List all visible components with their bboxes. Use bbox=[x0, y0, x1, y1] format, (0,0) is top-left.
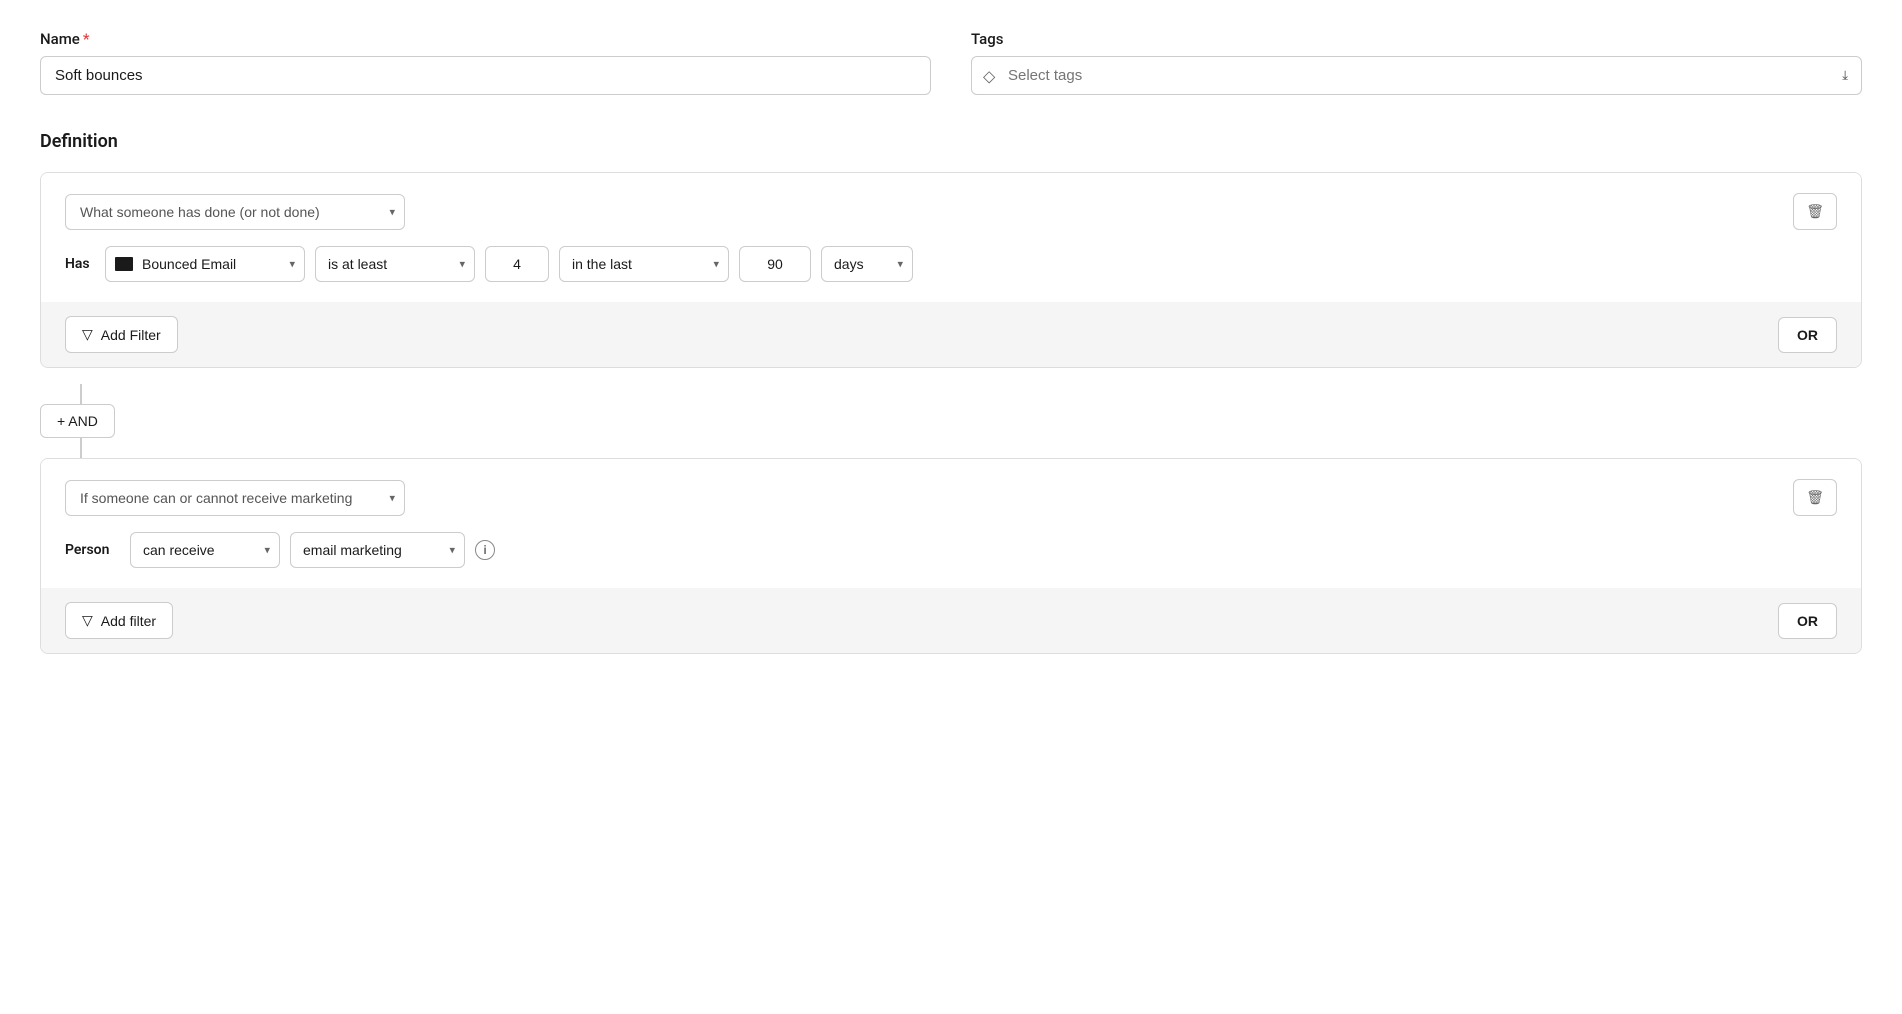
days-count-input[interactable] bbox=[739, 246, 811, 282]
condition-block-1-inner: What someone has done (or not done) Prop… bbox=[41, 173, 1861, 302]
tag-icon: ◇ bbox=[983, 66, 995, 85]
and-button[interactable]: + AND bbox=[40, 404, 115, 438]
condition-2-type-row: What someone has done (or not done) Prop… bbox=[65, 479, 1837, 516]
or-button-1[interactable]: OR bbox=[1778, 317, 1837, 353]
or-button-2[interactable]: OR bbox=[1778, 603, 1837, 639]
and-line-bottom bbox=[80, 438, 82, 458]
tags-label: Tags bbox=[971, 30, 1862, 48]
condition-2-delete-button[interactable]: 🗑 bbox=[1793, 479, 1837, 516]
condition-2-person-row: Person can receive cannot receive ▾ emai… bbox=[65, 532, 1837, 568]
email-marketing-select[interactable]: email marketing sms marketing bbox=[290, 532, 465, 568]
condition-2-footer-row: ▽ Add filter OR bbox=[65, 602, 1837, 639]
definition-section: Definition What someone has done (or not… bbox=[40, 131, 1862, 654]
condition-block-2: What someone has done (or not done) Prop… bbox=[40, 458, 1862, 654]
info-icon[interactable]: i bbox=[475, 540, 495, 560]
bounced-email-wrapper: Bounced Email Clicked Email Opened Email… bbox=[105, 246, 305, 282]
condition-1-type-row: What someone has done (or not done) Prop… bbox=[65, 193, 1837, 230]
can-receive-wrapper: can receive cannot receive ▾ bbox=[130, 532, 280, 568]
can-receive-select[interactable]: can receive cannot receive bbox=[130, 532, 280, 568]
bounced-email-select[interactable]: Bounced Email Clicked Email Opened Email bbox=[105, 246, 305, 282]
name-label: Name* bbox=[40, 30, 931, 48]
add-filter-label-2: Add filter bbox=[101, 613, 156, 629]
person-label: Person bbox=[65, 542, 120, 558]
days-unit-wrapper: days weeks months ▾ bbox=[821, 246, 913, 282]
in-the-last-wrapper: in the last over all time in the next ▾ bbox=[559, 246, 729, 282]
has-label: Has bbox=[65, 256, 95, 272]
tags-field-group: Tags ◇ ⤓ bbox=[971, 30, 1862, 95]
condition-1-type-select[interactable]: What someone has done (or not done) Prop… bbox=[65, 194, 405, 230]
in-the-last-select[interactable]: in the last over all time in the next bbox=[559, 246, 729, 282]
condition-2-type-select[interactable]: What someone has done (or not done) Prop… bbox=[65, 480, 405, 516]
is-at-least-wrapper: is at least is at most equals ▾ bbox=[315, 246, 475, 282]
filter-icon-2: ▽ bbox=[82, 612, 93, 629]
trash-icon-2: 🗑 bbox=[1806, 489, 1824, 506]
condition-1-type-wrapper: What someone has done (or not done) Prop… bbox=[65, 194, 405, 230]
name-label-text: Name bbox=[40, 30, 80, 48]
add-filter-button-1[interactable]: ▽ Add Filter bbox=[65, 316, 178, 353]
condition-1-footer: ▽ Add Filter OR bbox=[41, 302, 1861, 367]
tags-select-wrapper: ◇ ⤓ bbox=[971, 56, 1862, 95]
required-star: * bbox=[83, 30, 90, 48]
definition-title: Definition bbox=[40, 131, 1862, 152]
name-field-group: Name* bbox=[40, 30, 931, 95]
condition-2-type-wrapper: What someone has done (or not done) Prop… bbox=[65, 480, 405, 516]
is-at-least-select[interactable]: is at least is at most equals bbox=[315, 246, 475, 282]
condition-2-footer: ▽ Add filter OR bbox=[41, 588, 1861, 653]
condition-block-1: What someone has done (or not done) Prop… bbox=[40, 172, 1862, 368]
email-marketing-wrapper: email marketing sms marketing ▾ bbox=[290, 532, 465, 568]
condition-block-2-inner: What someone has done (or not done) Prop… bbox=[41, 459, 1861, 588]
bounced-email-icon bbox=[115, 257, 133, 271]
count-input[interactable] bbox=[485, 246, 549, 282]
and-connector: + AND bbox=[40, 384, 1862, 458]
and-line-top bbox=[80, 384, 82, 404]
condition-1-has-row: Has Bounced Email Clicked Email Opened E… bbox=[65, 246, 1837, 282]
name-tags-row: Name* Tags ◇ ⤓ bbox=[40, 30, 1862, 95]
tags-select-input[interactable] bbox=[971, 56, 1862, 95]
name-input[interactable] bbox=[40, 56, 931, 95]
days-unit-select[interactable]: days weeks months bbox=[821, 246, 913, 282]
condition-1-delete-button[interactable]: 🗑 bbox=[1793, 193, 1837, 230]
filter-icon-1: ▽ bbox=[82, 326, 93, 343]
add-filter-label-1: Add Filter bbox=[101, 327, 161, 343]
add-filter-button-2[interactable]: ▽ Add filter bbox=[65, 602, 173, 639]
trash-icon: 🗑 bbox=[1806, 203, 1824, 220]
condition-1-footer-row: ▽ Add Filter OR bbox=[65, 316, 1837, 353]
